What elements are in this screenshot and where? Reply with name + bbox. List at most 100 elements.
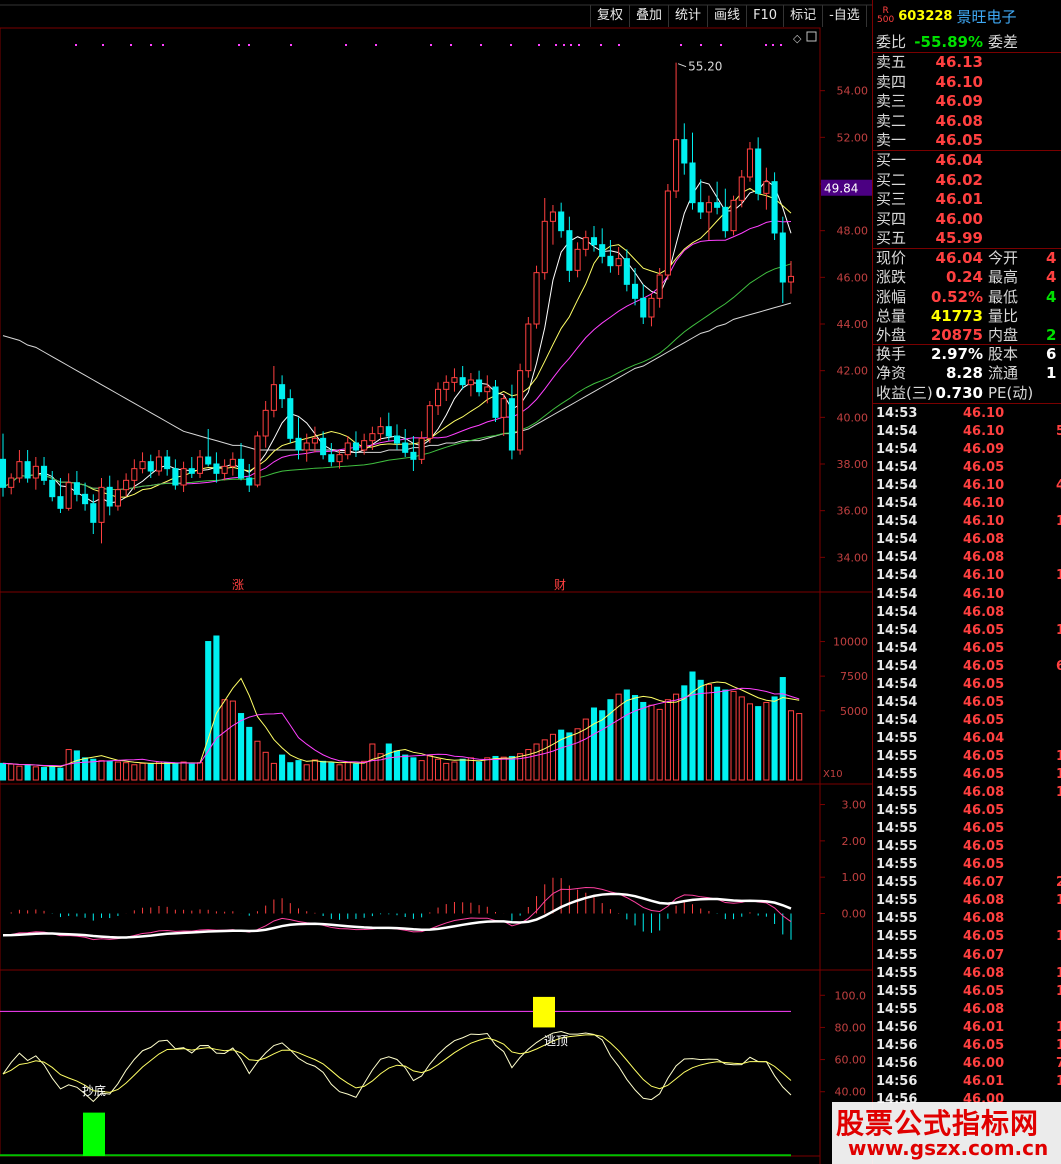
chart-toolbar: 复权叠加统计画线F10标记-自选返回 bbox=[590, 5, 905, 27]
candle-body bbox=[771, 181, 778, 234]
volume-bar bbox=[344, 762, 351, 781]
index-badge: R 500 bbox=[877, 6, 895, 25]
volume-bar bbox=[385, 743, 392, 781]
signal-dot bbox=[765, 44, 767, 46]
tick-volume: 5 bbox=[1056, 424, 1061, 440]
tick-price: 46.05 bbox=[963, 640, 1005, 656]
toolbar-button-6[interactable]: -自选 bbox=[822, 5, 866, 27]
price-tick-label: 38.00 bbox=[837, 458, 869, 471]
candle-body bbox=[434, 388, 442, 407]
volume-bar bbox=[24, 764, 31, 781]
volume-bar bbox=[114, 761, 121, 781]
tick-time: 14:54 bbox=[876, 658, 918, 674]
toolbar-button-3[interactable]: 画线 bbox=[707, 5, 746, 27]
bottom-signal-bar bbox=[83, 1112, 105, 1156]
candle-body bbox=[763, 181, 770, 194]
tick-time: 14:55 bbox=[876, 803, 918, 819]
tick-price: 46.08 bbox=[963, 550, 1005, 566]
volume-bar bbox=[508, 755, 515, 781]
volume-bar bbox=[631, 695, 639, 781]
candle-body bbox=[155, 456, 163, 472]
volume-bar bbox=[287, 762, 294, 781]
stat-label-2: 今开 bbox=[988, 249, 1019, 267]
tick-time: 14:55 bbox=[876, 911, 918, 927]
candle-body bbox=[287, 398, 294, 439]
volume-bar bbox=[656, 708, 663, 781]
volume-bar bbox=[205, 641, 212, 781]
volume-bar bbox=[188, 763, 195, 781]
volume-ma5-line bbox=[2, 677, 800, 768]
divider bbox=[873, 403, 1061, 404]
tick-price: 46.08 bbox=[963, 893, 1005, 909]
volume-bar bbox=[590, 707, 598, 781]
volume-bar bbox=[73, 750, 80, 781]
volume-bar bbox=[49, 765, 56, 781]
tick-time: 14:54 bbox=[876, 460, 918, 476]
tick-price: 46.07 bbox=[963, 947, 1005, 963]
volume-bar bbox=[16, 765, 23, 781]
volume-ma10-line bbox=[2, 687, 800, 767]
kline-chart-area[interactable]: 54.0052.0050.0048.0046.0044.0042.0040.00… bbox=[0, 0, 872, 1164]
fund-label-2: PE(动) bbox=[988, 383, 1034, 402]
tick-price: 46.05 bbox=[963, 821, 1005, 837]
candle-body bbox=[49, 479, 56, 498]
candle-body bbox=[525, 323, 532, 372]
stat-value-2: 4 bbox=[1046, 287, 1057, 306]
toolbar-button-0[interactable]: 复权 bbox=[590, 5, 629, 27]
ma-line-3 bbox=[2, 263, 792, 491]
stock-code[interactable]: 603228 bbox=[898, 9, 952, 24]
candle-body bbox=[566, 230, 573, 271]
toolbar-button-4[interactable]: F10 bbox=[746, 5, 783, 27]
toolbar-button-5[interactable]: 标记 bbox=[783, 5, 822, 27]
weicha-label: 委差 bbox=[988, 33, 1019, 51]
candle-body bbox=[147, 461, 154, 472]
stat-value-2: 4 bbox=[1046, 268, 1057, 287]
event-marker: 涨 bbox=[232, 577, 244, 592]
toolbar-button-1[interactable]: 叠加 bbox=[629, 5, 668, 27]
candle-body bbox=[98, 486, 105, 523]
volume-bar bbox=[779, 677, 786, 781]
tick-time: 14:54 bbox=[876, 532, 918, 548]
signal-dot bbox=[680, 44, 682, 46]
volume-bar bbox=[722, 689, 729, 781]
macd-tick-label: 0.00 bbox=[842, 908, 867, 921]
volume-bar bbox=[172, 762, 179, 781]
current-price-label: 49.84 bbox=[824, 182, 858, 196]
volume-tick-label: 7500 bbox=[840, 670, 868, 683]
price-tick-label: 40.00 bbox=[837, 411, 869, 424]
candle-body bbox=[213, 463, 220, 474]
candle-body bbox=[681, 139, 688, 164]
fund-value-2: 1 bbox=[1046, 364, 1057, 383]
tick-volume: 1 bbox=[1056, 893, 1061, 909]
volume-bar bbox=[237, 713, 245, 781]
signal-dot bbox=[600, 44, 602, 46]
candle-body bbox=[328, 454, 335, 463]
volume-bar bbox=[131, 764, 138, 781]
tick-price: 46.05 bbox=[963, 676, 1005, 692]
volume-bar bbox=[123, 762, 130, 781]
buy-price: 46.04 bbox=[935, 151, 983, 169]
candle-body bbox=[689, 162, 696, 204]
candle-body bbox=[443, 381, 450, 390]
fund-value: 8.28 bbox=[945, 364, 983, 383]
tick-price: 46.08 bbox=[963, 965, 1005, 981]
signal-dot bbox=[772, 44, 774, 46]
candle-body bbox=[673, 139, 680, 192]
candle-body bbox=[279, 384, 286, 400]
tick-price: 46.05 bbox=[963, 748, 1005, 764]
tick-volume: 1 bbox=[1056, 785, 1061, 801]
candle-body bbox=[533, 272, 540, 325]
stock-name[interactable]: 景旺电子 bbox=[956, 6, 1016, 27]
tick-price: 46.10 bbox=[963, 478, 1005, 494]
tick-volume: 1 bbox=[1056, 1073, 1061, 1089]
tick-time: 14:55 bbox=[876, 1001, 918, 1017]
candle-body bbox=[746, 148, 754, 178]
toolbar-button-2[interactable]: 统计 bbox=[668, 5, 707, 27]
tick-price: 46.08 bbox=[963, 911, 1005, 927]
candle-body bbox=[508, 398, 515, 451]
tick-time: 14:54 bbox=[876, 694, 918, 710]
candle-body bbox=[32, 465, 39, 479]
volume-bar bbox=[139, 762, 146, 781]
fund-label-2: 流通 bbox=[988, 364, 1019, 383]
signal-dot bbox=[375, 44, 377, 46]
